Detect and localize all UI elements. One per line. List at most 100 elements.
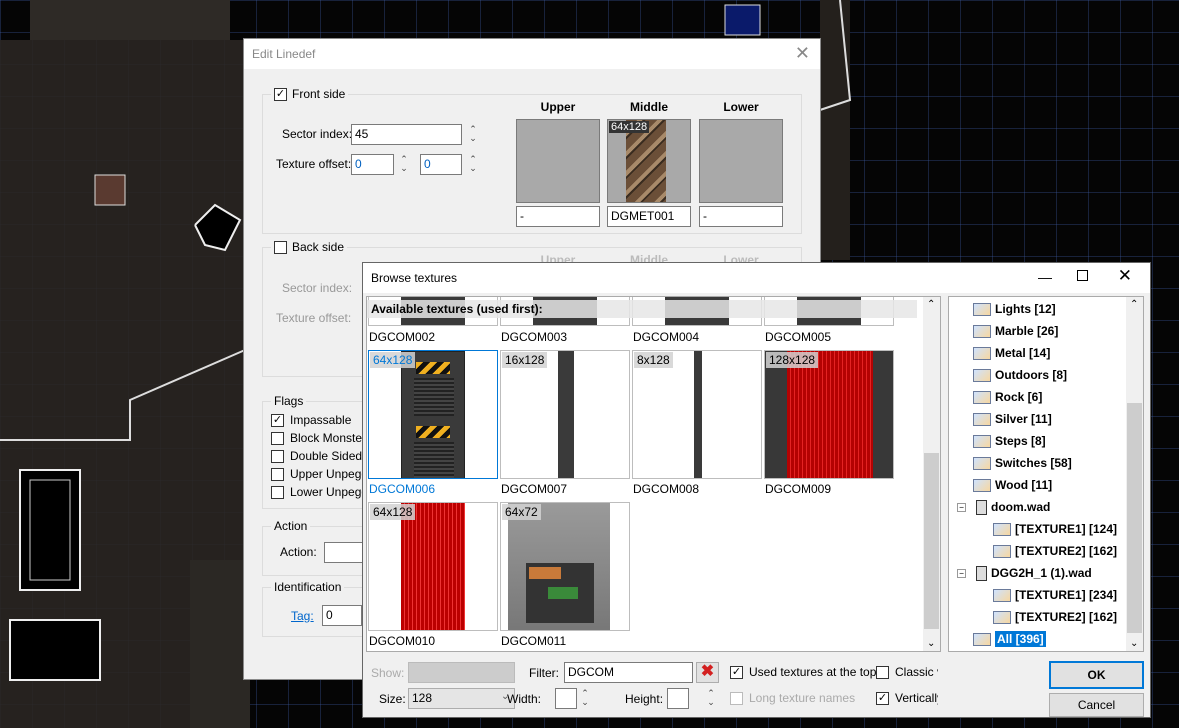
texture-size: 64x128 (370, 352, 416, 368)
tree-item-label: DGG2H_1 (1).wad (991, 566, 1092, 580)
cancel-button[interactable]: Cancel (1049, 693, 1144, 717)
classic-view-checkbox[interactable]: Classic vi (876, 665, 938, 679)
texture-cell[interactable]: 8x128 (632, 350, 762, 479)
sector-index-input[interactable]: 45 (351, 124, 462, 145)
tree-item[interactable]: Wood [11] (973, 475, 1052, 495)
middle-texture-input[interactable]: DGMET001 (607, 206, 691, 227)
clear-filter-button[interactable]: ✖ (696, 662, 719, 683)
checkbox-icon: ✓ (271, 413, 284, 427)
lower-texture-preview[interactable] (699, 119, 783, 203)
flag-checkbox[interactable]: Lower Unpegge (271, 485, 375, 499)
action-label: Action: (280, 545, 317, 559)
texture-set-icon (973, 390, 991, 404)
tree-scrollbar-thumb[interactable] (1127, 403, 1142, 633)
tree-item[interactable]: Switches [58] (973, 453, 1072, 473)
show-select[interactable] (408, 662, 515, 683)
tree-item[interactable]: − doom.wad (957, 497, 1050, 517)
texture-cell[interactable]: 16x128 (500, 350, 630, 479)
texture-tree[interactable]: Lights [12] Marble [26] Metal [14] Outdoors… (948, 296, 1144, 652)
texture-name: DGCOM011 (501, 634, 567, 648)
height-stepper[interactable]: ⌃ ⌄ (706, 689, 716, 707)
texture-cell[interactable]: 128x128 (764, 350, 894, 479)
tree-item[interactable]: [TEXTURE2] [162] (993, 541, 1117, 561)
tree-item[interactable]: Lights [12] (973, 299, 1056, 319)
long-names-checkbox[interactable]: Long texture names (730, 691, 855, 705)
flag-checkbox[interactable]: Upper Unpegge (271, 467, 375, 481)
texture-offset-label: Texture offset: (276, 157, 352, 171)
used-top-checkbox[interactable]: ✓ Used textures at the top (730, 665, 876, 679)
texture-set-icon (973, 324, 991, 338)
close-icon[interactable]: ✕ (795, 43, 810, 64)
back-side-label: Back side (292, 240, 345, 254)
maximize-icon[interactable] (1077, 270, 1088, 281)
tree-item[interactable]: [TEXTURE1] [124] (993, 519, 1117, 539)
texture-size: 128x128 (766, 352, 819, 368)
tree-item[interactable]: Marble [26] (973, 321, 1058, 341)
middle-header: Middle (630, 100, 668, 114)
collapse-icon[interactable]: − (957, 568, 966, 578)
texture-set-icon (973, 434, 991, 448)
tree-item-label: [TEXTURE2] [162] (1015, 610, 1118, 624)
upper-texture-preview[interactable] (516, 119, 600, 203)
vertically-checkbox[interactable]: ✓Vertically (876, 691, 938, 705)
back-side-checkbox[interactable] (274, 240, 287, 254)
sector-index-stepper[interactable]: ⌃ ⌄ (468, 125, 478, 143)
upper-texture-input[interactable]: - (516, 206, 600, 227)
texture-set-icon (973, 632, 991, 646)
grid-scrollbar[interactable]: ⌃ ⌄ (923, 297, 940, 651)
tree-item[interactable]: All [396] (973, 629, 1046, 649)
offset-y-input[interactable]: 0 (420, 154, 462, 175)
tree-item-label: [TEXTURE2] [162] (1015, 544, 1118, 558)
texture-set-icon (973, 346, 991, 360)
grid-scrollbar-thumb[interactable] (924, 453, 939, 629)
tree-item[interactable]: Outdoors [8] (973, 365, 1067, 385)
texture-name: DGCOM006 (369, 482, 436, 496)
texture-set-icon (973, 368, 991, 382)
tree-item[interactable]: [TEXTURE1] [234] (993, 585, 1117, 605)
section-header: Available textures (used first): (367, 300, 917, 318)
texture-name: DGCOM010 (369, 634, 436, 648)
texture-set-icon (973, 412, 991, 426)
tree-item[interactable]: Metal [14] (973, 343, 1050, 363)
texture-grid[interactable]: DGCOM002 DGCOM003 DGCOM004 DGCOM005 Availab… (366, 296, 941, 652)
tree-item[interactable]: Steps [8] (973, 431, 1046, 451)
tree-item-label: Wood [11] (995, 478, 1053, 492)
tree-item-label: Switches [58] (995, 456, 1072, 470)
ok-button[interactable]: OK (1049, 661, 1144, 689)
lower-texture-input[interactable]: - (699, 206, 783, 227)
texture-set-icon (993, 544, 1011, 558)
size-select[interactable]: 128 (408, 688, 515, 709)
checkbox-icon (271, 467, 284, 481)
tree-item[interactable]: [TEXTURE2] [162] (993, 607, 1117, 627)
offset-x-stepper[interactable]: ⌃ ⌄ (399, 155, 409, 173)
minimize-icon[interactable]: — (1038, 269, 1052, 285)
close-icon[interactable]: ✕ (1118, 266, 1132, 286)
height-input[interactable] (667, 688, 689, 709)
tree-item[interactable]: Rock [6] (973, 387, 1042, 407)
flag-checkbox[interactable]: Block Monsters (271, 431, 372, 445)
tree-scrollbar[interactable]: ⌃ ⌄ (1126, 297, 1143, 651)
offset-y-stepper[interactable]: ⌃ ⌄ (468, 155, 478, 173)
tree-item[interactable]: − DGG2H_1 (1).wad (957, 563, 1092, 583)
size-label: Size: (379, 692, 406, 706)
flag-checkbox[interactable]: ✓ Impassable (271, 413, 351, 427)
offset-x-input[interactable]: 0 (351, 154, 394, 175)
texture-cell[interactable]: 64x128 (368, 502, 498, 631)
tree-item-label: Metal [14] (995, 346, 1051, 360)
collapse-icon[interactable]: − (957, 502, 966, 512)
width-input[interactable] (555, 688, 577, 709)
width-stepper[interactable]: ⌃ ⌄ (580, 689, 590, 707)
tag-input[interactable]: 0 (322, 605, 362, 626)
flag-checkbox[interactable]: Double Sided (271, 449, 362, 463)
filter-input[interactable]: DGCOM (564, 662, 693, 683)
tag-link[interactable]: Tag: (291, 609, 314, 623)
front-side-checkbox[interactable]: ✓ (274, 87, 287, 101)
texture-cell[interactable]: 64x128 (368, 350, 498, 479)
middle-texture-preview[interactable]: 64x128 (607, 119, 691, 203)
tree-item-label: Outdoors [8] (995, 368, 1067, 382)
texture-cell[interactable]: 64x72 (500, 502, 630, 631)
checkbox-icon (271, 431, 284, 445)
action-input[interactable] (324, 542, 364, 563)
tree-item[interactable]: Silver [11] (973, 409, 1052, 429)
browse-title: Browse textures (371, 271, 458, 285)
